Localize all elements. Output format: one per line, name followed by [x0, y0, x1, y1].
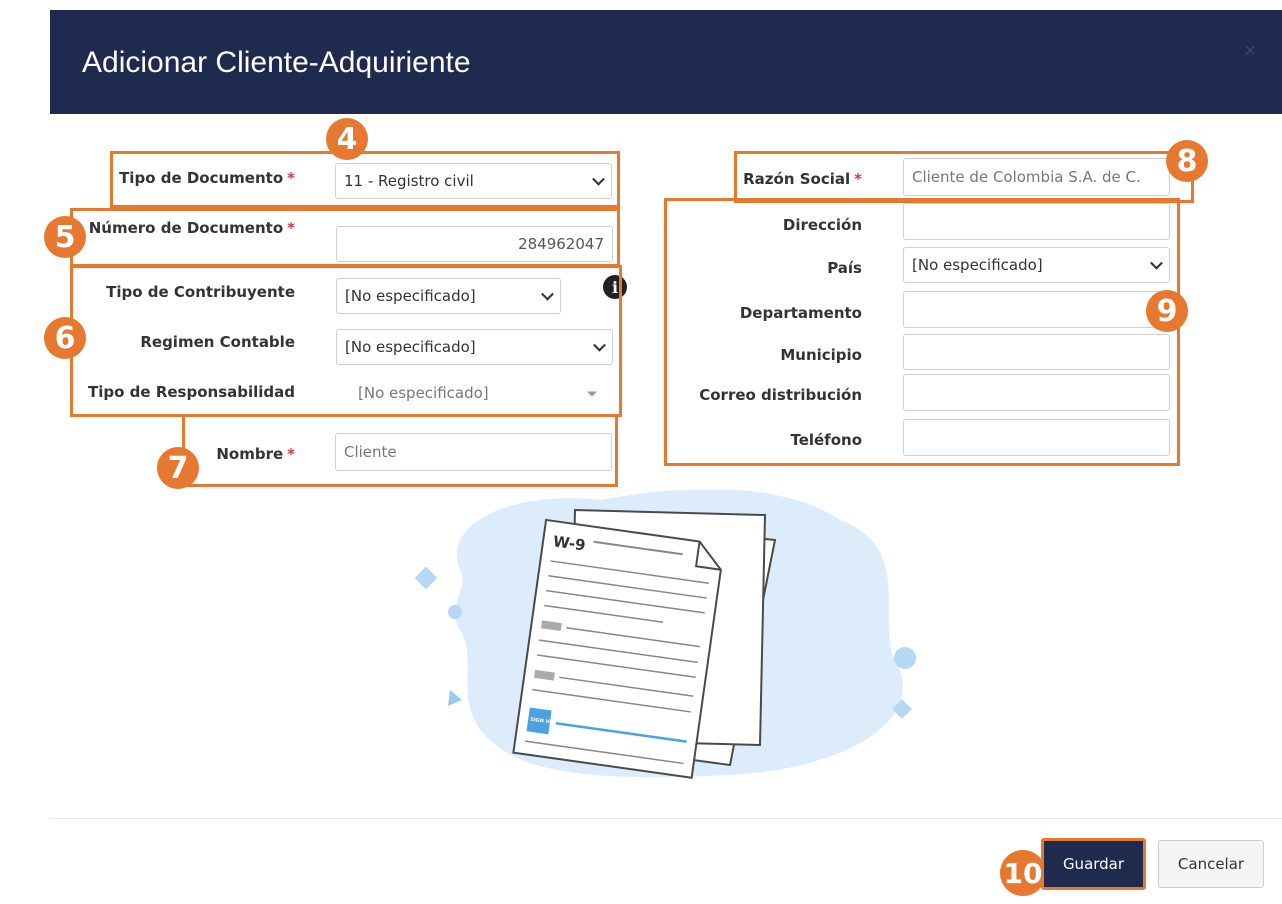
tax-documents-illustration: W-9 SIGN HERE: [414, 490, 916, 779]
callout-badge-9: 9: [1146, 290, 1188, 332]
callout-badge-8: 8: [1166, 140, 1208, 182]
callout-box-8: [734, 151, 1194, 203]
cancelar-button[interactable]: Cancelar: [1158, 840, 1264, 888]
callout-box-7: [182, 415, 618, 487]
callout-badge-5: 5: [44, 216, 86, 258]
modal-title: Adicionar Cliente-Adquiriente: [82, 46, 471, 79]
callout-box-9: [664, 198, 1180, 466]
callout-box-6: [70, 265, 622, 417]
callout-badge-7: 7: [157, 447, 199, 489]
callout-box-4: [110, 151, 620, 208]
callout-badge-6: 6: [44, 317, 86, 359]
callout-badge-10: 10: [1000, 850, 1046, 896]
footer-divider: [50, 818, 1282, 819]
modal-header: Adicionar Cliente-Adquiriente ×: [50, 10, 1282, 114]
callout-badge-4: 4: [326, 118, 368, 160]
guardar-button[interactable]: Guardar: [1041, 838, 1146, 890]
close-icon[interactable]: ×: [1244, 40, 1256, 63]
callout-box-5: [70, 208, 620, 267]
